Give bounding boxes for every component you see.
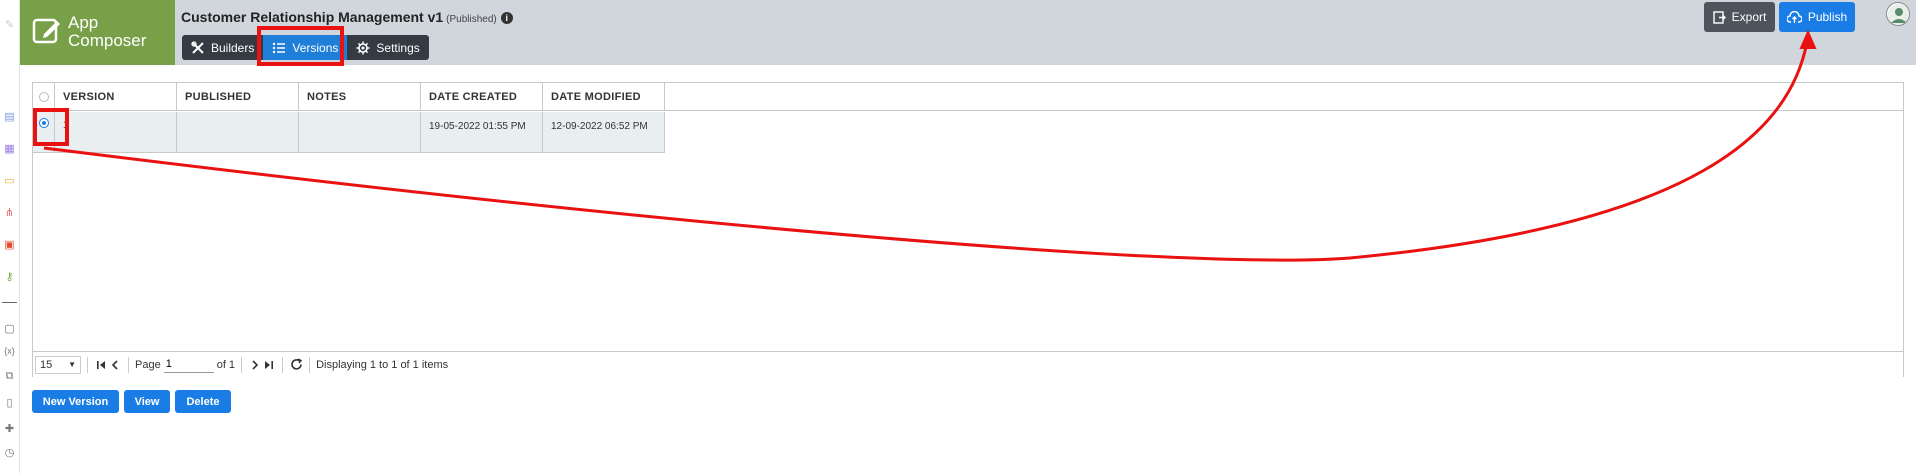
page-size-value: 15 (40, 358, 53, 371)
table-row[interactable]: 1 19-05-2022 01:55 PM 12-09-2022 06:52 P… (33, 112, 665, 153)
versions-tab-highlight (257, 26, 344, 66)
cell-published (177, 112, 299, 152)
gear-icon (356, 41, 370, 54)
edit-icon (32, 18, 60, 44)
user-avatar-icon (1888, 4, 1909, 25)
tab-settings[interactable]: Settings (347, 35, 429, 60)
last-page-button[interactable] (262, 357, 276, 373)
cell-version: 1 (55, 112, 177, 152)
action-buttons: New Version View Delete (32, 390, 231, 413)
export-button[interactable]: Export (1704, 2, 1775, 32)
info-icon[interactable]: i (500, 12, 513, 24)
chevron-left-icon (111, 359, 118, 370)
chevron-right-icon (252, 359, 259, 370)
report-icon[interactable]: ▣ (3, 238, 16, 251)
tab-settings-label: Settings (376, 40, 420, 55)
document-icon[interactable]: ▤ (3, 110, 16, 123)
delete-button[interactable]: Delete (175, 390, 231, 413)
logo-text-line2: Composer (68, 31, 147, 50)
prev-page-button[interactable] (108, 357, 122, 373)
page-title: Customer Relationship Management v1 (Publ… (181, 9, 513, 25)
chevron-down-icon: ▼ (68, 360, 76, 369)
select-all-header[interactable] (33, 83, 55, 111)
tab-builders-label: Builders (211, 40, 255, 55)
page-number-input[interactable] (163, 356, 214, 373)
refresh-button[interactable] (289, 357, 303, 373)
column-header-version[interactable]: VERSION (55, 83, 177, 111)
versions-grid: VERSION PUBLISHED NOTES DATE CREATED DAT… (32, 82, 1904, 377)
pager-divider (282, 356, 284, 373)
note-icon[interactable]: ▢ (3, 322, 16, 335)
pager-divider (241, 356, 243, 373)
first-page-button[interactable] (94, 357, 108, 373)
table-icon[interactable]: ▦ (3, 142, 16, 155)
file-icon[interactable]: ▯ (3, 396, 16, 409)
column-header-published[interactable]: PUBLISHED (177, 83, 299, 111)
row-select-highlight (33, 108, 69, 146)
key-icon[interactable]: ⚷ (3, 270, 16, 283)
publish-button[interactable]: Publish (1779, 2, 1855, 32)
next-page-button[interactable] (248, 357, 262, 373)
cell-date-modified: 12-09-2022 06:52 PM (543, 112, 665, 152)
monitor-icon[interactable]: ▭ (3, 174, 16, 187)
first-page-icon (97, 360, 105, 369)
avatar[interactable] (1886, 2, 1910, 26)
pager-divider (128, 356, 129, 373)
cloud-upload-icon (1786, 10, 1802, 23)
plugin-icon[interactable]: ✚ (3, 422, 16, 435)
pager-display-text: Displaying 1 to 1 of 1 items (316, 358, 449, 371)
export-label: Export (1731, 10, 1767, 24)
variable-icon[interactable]: {x} (3, 344, 16, 357)
tab-builders[interactable]: Builders (182, 35, 264, 60)
tools-icon (191, 40, 204, 54)
select-all-radio[interactable] (39, 92, 49, 102)
column-header-notes[interactable]: NOTES (299, 83, 421, 111)
new-version-button[interactable]: New Version (32, 390, 119, 413)
cell-notes (299, 112, 421, 152)
app-title-text: Customer Relationship Management v1 (181, 9, 444, 25)
workflow-icon[interactable]: ⋔ (3, 206, 16, 219)
page-of-label: of 1 (216, 358, 236, 371)
page-size-select[interactable]: 15 ▼ (35, 355, 81, 374)
app-composer-logo[interactable]: App Composer (20, 0, 175, 65)
toolbar-divider (2, 302, 17, 303)
logo-text: App Composer (68, 14, 146, 50)
copy-icon[interactable]: ⧉ (3, 370, 16, 383)
grid-header: VERSION PUBLISHED NOTES DATE CREATED DAT… (33, 83, 1903, 111)
pager-divider (87, 356, 88, 373)
cell-date-created: 19-05-2022 01:55 PM (421, 112, 543, 152)
grid-pager: 15 ▼ Page of 1 Displaying 1 to 1 of 1 ite… (33, 351, 1903, 377)
publish-label: Publish (1807, 10, 1848, 24)
status-badge: (Published) (446, 14, 497, 25)
export-icon (1712, 10, 1726, 24)
history-icon[interactable]: ◷ (3, 446, 16, 459)
last-page-icon (265, 360, 274, 369)
left-toolbar: ✎ ▤ ▦ ▭ ⋔ ▣ ⚷ ▢ {x} ⧉ ▯ ✚ ◷ (0, 0, 20, 473)
view-button[interactable]: View (124, 390, 170, 413)
edit-icon[interactable]: ✎ (3, 18, 16, 31)
refresh-icon (290, 358, 302, 370)
column-header-date-created[interactable]: DATE CREATED (421, 83, 543, 111)
page-label: Page (135, 358, 161, 371)
logo-text-line1: App (68, 13, 99, 32)
pager-divider (309, 356, 311, 373)
column-header-date-modified[interactable]: DATE MODIFIED (543, 83, 665, 111)
